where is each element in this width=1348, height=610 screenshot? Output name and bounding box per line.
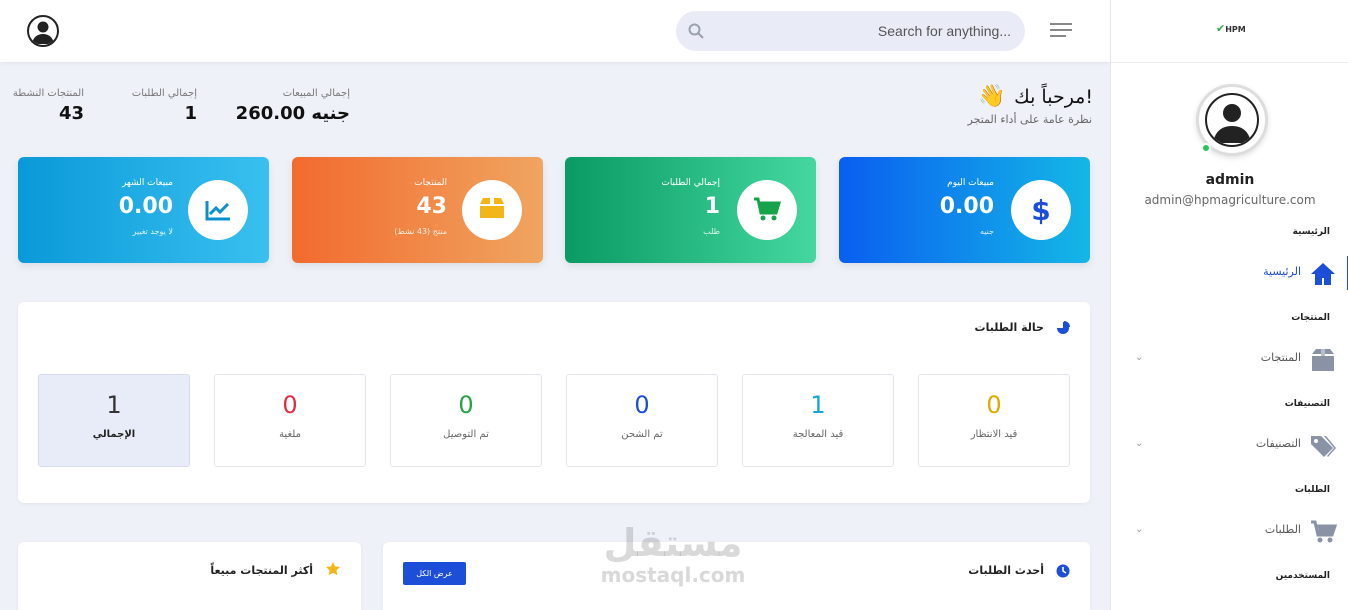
stat-active-products: المنتجات النشطة 43 xyxy=(12,88,84,124)
panel-title: حالة الطلبات xyxy=(974,321,1044,334)
nav-section-users: المستخدمين xyxy=(1275,571,1330,581)
nav-section-categories: التصنيفات xyxy=(1284,399,1330,409)
pie-chart-icon xyxy=(1057,321,1070,334)
status-box-processing[interactable]: 1 قيد المعالجة xyxy=(742,374,894,467)
top-bar xyxy=(0,0,1110,62)
waving-hand-icon: 👋 xyxy=(978,84,1006,109)
cart-icon xyxy=(737,180,797,240)
status-box-total[interactable]: 1 الإجمالي xyxy=(38,374,190,467)
nav-section-home: الرئيسية xyxy=(1292,227,1330,237)
online-status-dot xyxy=(1201,143,1211,153)
stat-total-orders: إجمالي الطلبات 1 xyxy=(131,88,197,124)
card-products[interactable]: المنتجات 43 منتج (43 نشط) xyxy=(292,157,543,263)
sidebar-item-label: التصنيفات xyxy=(1255,437,1301,450)
user-avatar[interactable] xyxy=(27,15,59,47)
sidebar-item-label: الطلبات xyxy=(1264,523,1301,536)
welcome-subtitle: نظرة عامة على أداء المتجر xyxy=(967,113,1092,126)
top-products-panel: أكثر المنتجات مبيعاً xyxy=(18,542,361,610)
card-today-sales[interactable]: مبيعات اليوم 0.00 جنيه $ xyxy=(839,157,1090,263)
sidebar-item-categories[interactable]: ⌄ التصنيفات xyxy=(1111,428,1348,464)
box-icon xyxy=(462,180,522,240)
panel-title: أكثر المنتجات مبيعاً xyxy=(210,564,313,577)
stat-total-sales: إجمالي المبيعات 260.00 جنيه xyxy=(235,88,350,124)
order-status-panel: حالة الطلبات 0 قيد الانتظار 1 قيد المعال… xyxy=(18,302,1090,503)
chevron-down-icon: ⌄ xyxy=(1135,524,1144,535)
tags-icon xyxy=(1311,436,1336,457)
logo[interactable]: ✔HPM xyxy=(1216,22,1246,35)
home-icon xyxy=(1311,263,1335,285)
search-input[interactable] xyxy=(716,11,1011,51)
cart-icon xyxy=(1311,520,1337,543)
search-bar[interactable] xyxy=(676,11,1025,51)
status-box-cancelled[interactable]: 0 ملغية xyxy=(214,374,366,467)
welcome-title: مرحباً بك! xyxy=(1014,86,1093,108)
card-total-orders[interactable]: إجمالي الطلبات 1 طلب xyxy=(565,157,816,263)
chart-line-icon xyxy=(188,180,248,240)
user-icon xyxy=(32,21,54,44)
menu-icon[interactable] xyxy=(1050,23,1072,39)
recent-orders-panel: أحدث الطلبات عرض الكل xyxy=(383,542,1090,610)
status-box-delivered[interactable]: 0 تم التوصيل xyxy=(390,374,542,467)
status-box-shipped[interactable]: 0 تم الشحن xyxy=(566,374,718,467)
clock-icon xyxy=(1056,564,1070,578)
chevron-down-icon: ⌄ xyxy=(1135,438,1144,449)
view-all-button[interactable]: عرض الكل xyxy=(403,562,466,585)
sidebar-divider xyxy=(1111,62,1348,63)
sidebar-item-home[interactable]: الرئيسية xyxy=(1111,256,1348,292)
sidebar: ✔HPM admin admin@hpmagriculture.com الرئ… xyxy=(1110,0,1348,610)
profile-name: admin xyxy=(1205,172,1255,188)
nav-section-orders: الطلبات xyxy=(1294,485,1330,495)
sidebar-item-orders[interactable]: ⌄ الطلبات xyxy=(1111,514,1348,550)
dollar-icon: $ xyxy=(1011,180,1071,240)
profile-email: admin@hpmagriculture.com xyxy=(1144,193,1316,207)
sidebar-item-label: المنتجات xyxy=(1260,351,1301,364)
chevron-down-icon: ⌄ xyxy=(1135,352,1144,363)
sidebar-item-label: الرئيسية xyxy=(1263,265,1301,278)
nav-section-products: المنتجات xyxy=(1291,313,1330,323)
search-icon[interactable] xyxy=(688,23,704,39)
star-icon xyxy=(326,562,340,576)
box-icon xyxy=(1312,349,1334,371)
profile-avatar[interactable] xyxy=(1196,84,1268,156)
svg-text:$: $ xyxy=(1031,194,1050,227)
user-icon xyxy=(1213,104,1251,143)
card-month-sales[interactable]: مبيعات الشهر 0.00 لا يوجد تغيير xyxy=(18,157,269,263)
panel-title: أحدث الطلبات xyxy=(968,564,1044,577)
sidebar-item-products[interactable]: ⌄ المنتجات xyxy=(1111,342,1348,378)
status-box-pending[interactable]: 0 قيد الانتظار xyxy=(918,374,1070,467)
